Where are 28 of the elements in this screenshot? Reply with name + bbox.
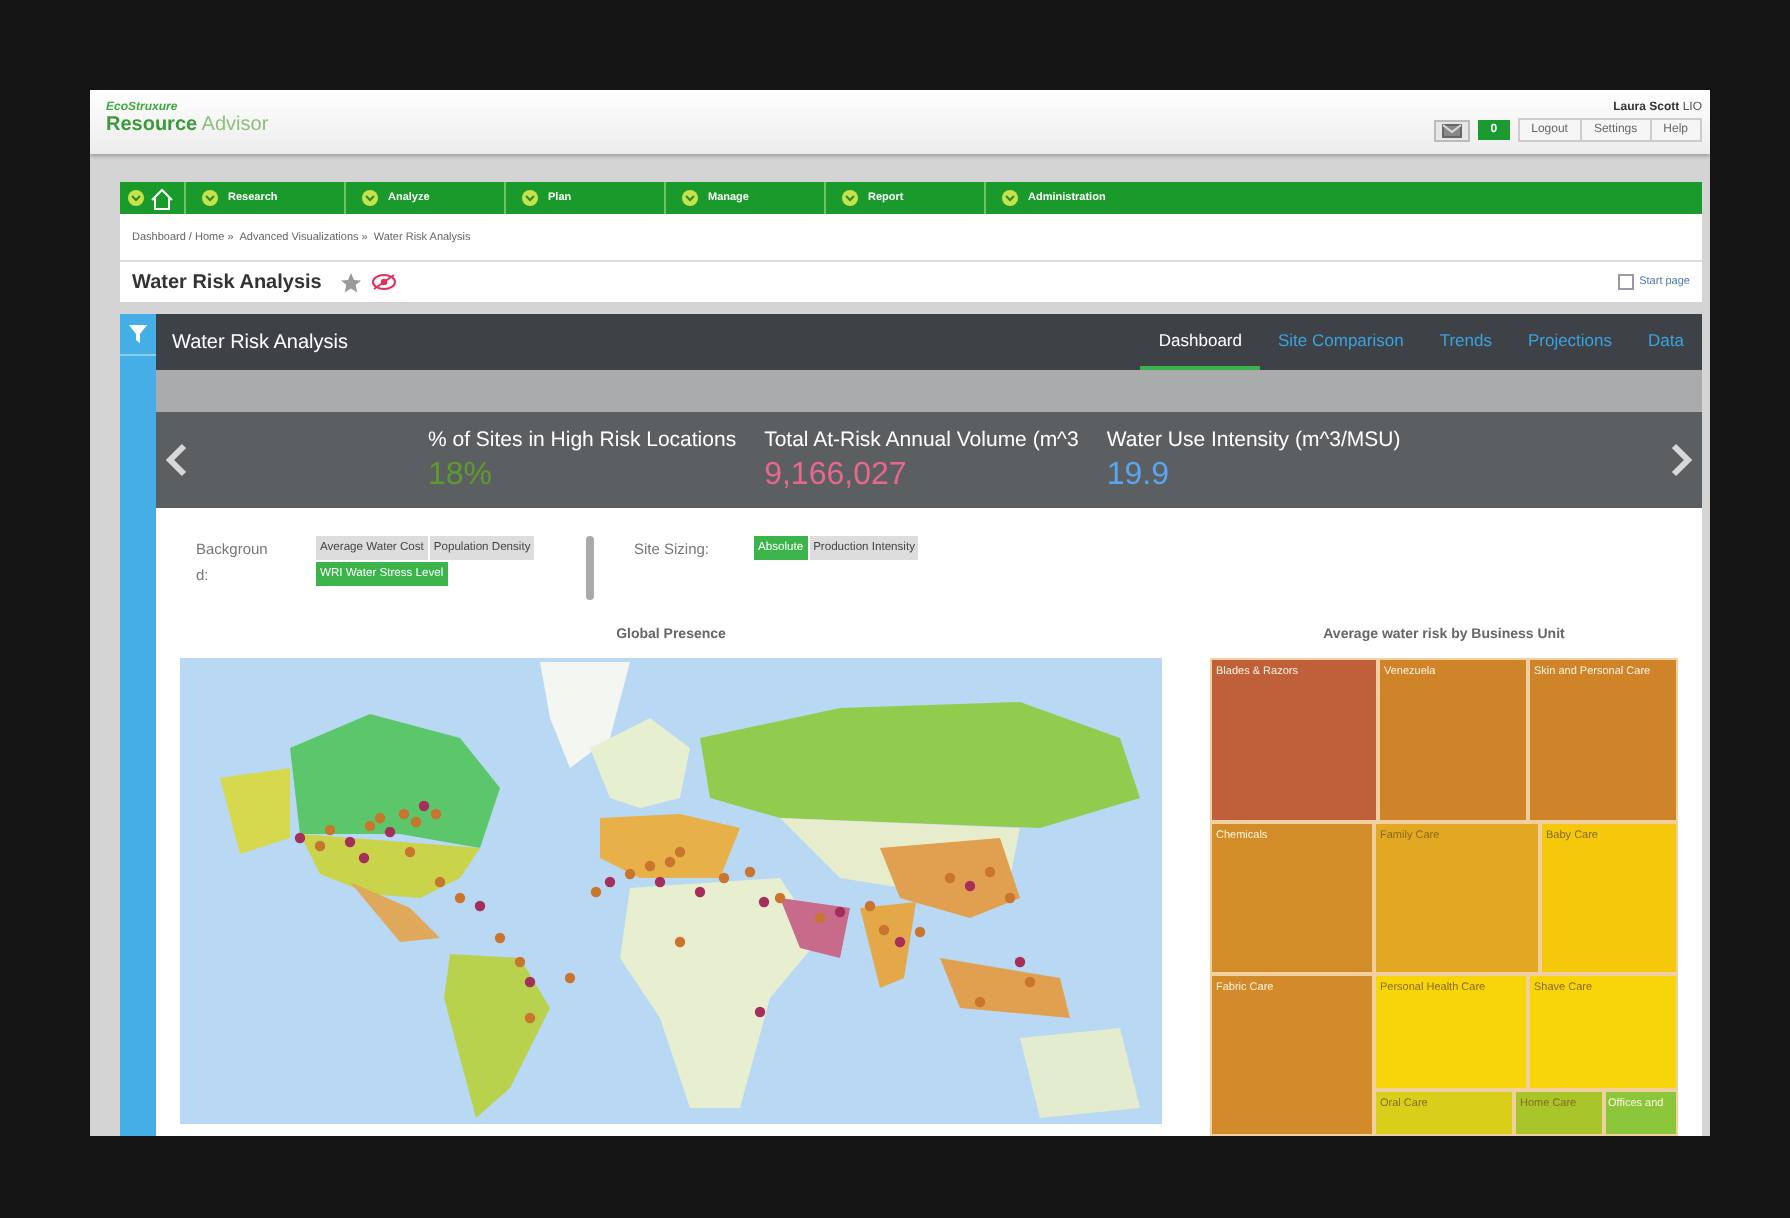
chevron-icon (1002, 190, 1018, 206)
envelope-icon (1442, 123, 1463, 137)
page-title: Water Risk Analysis (132, 271, 322, 293)
chevron-icon (842, 190, 858, 206)
chevron-left-icon (164, 442, 188, 478)
chevron-right-icon (1670, 442, 1694, 478)
product-name: Resource Advisor (106, 114, 269, 136)
tab[interactable]: Trends (1421, 314, 1510, 370)
tab[interactable]: Projections (1509, 314, 1631, 370)
mail-button[interactable] (1434, 119, 1471, 141)
dashboard-title: Water Risk Analysis (172, 331, 348, 353)
kpi-value: 18% (428, 457, 495, 493)
tab[interactable]: Data (1630, 314, 1702, 370)
eye-icon (371, 274, 396, 290)
home-icon (150, 187, 174, 209)
chevron-icon (362, 190, 378, 206)
filter-icon (128, 324, 148, 344)
kpi-label: % of Sites in High Risk Locations (428, 427, 737, 451)
kpi-label: Total At-Risk Annual Volume (m^3 (764, 427, 1079, 451)
kpi-label: Water Use Intensity (m^3/MSU) (1106, 427, 1401, 451)
chevron-icon (682, 190, 698, 206)
star-icon (339, 271, 362, 293)
tab[interactable]: Site Comparison (1259, 314, 1422, 370)
kpi-value: 19.9 (1106, 457, 1171, 493)
chevron-icon (128, 190, 144, 206)
kpi-value: 9,166,027 (764, 457, 909, 493)
chevron-icon (522, 190, 538, 206)
chevron-icon (202, 190, 218, 206)
